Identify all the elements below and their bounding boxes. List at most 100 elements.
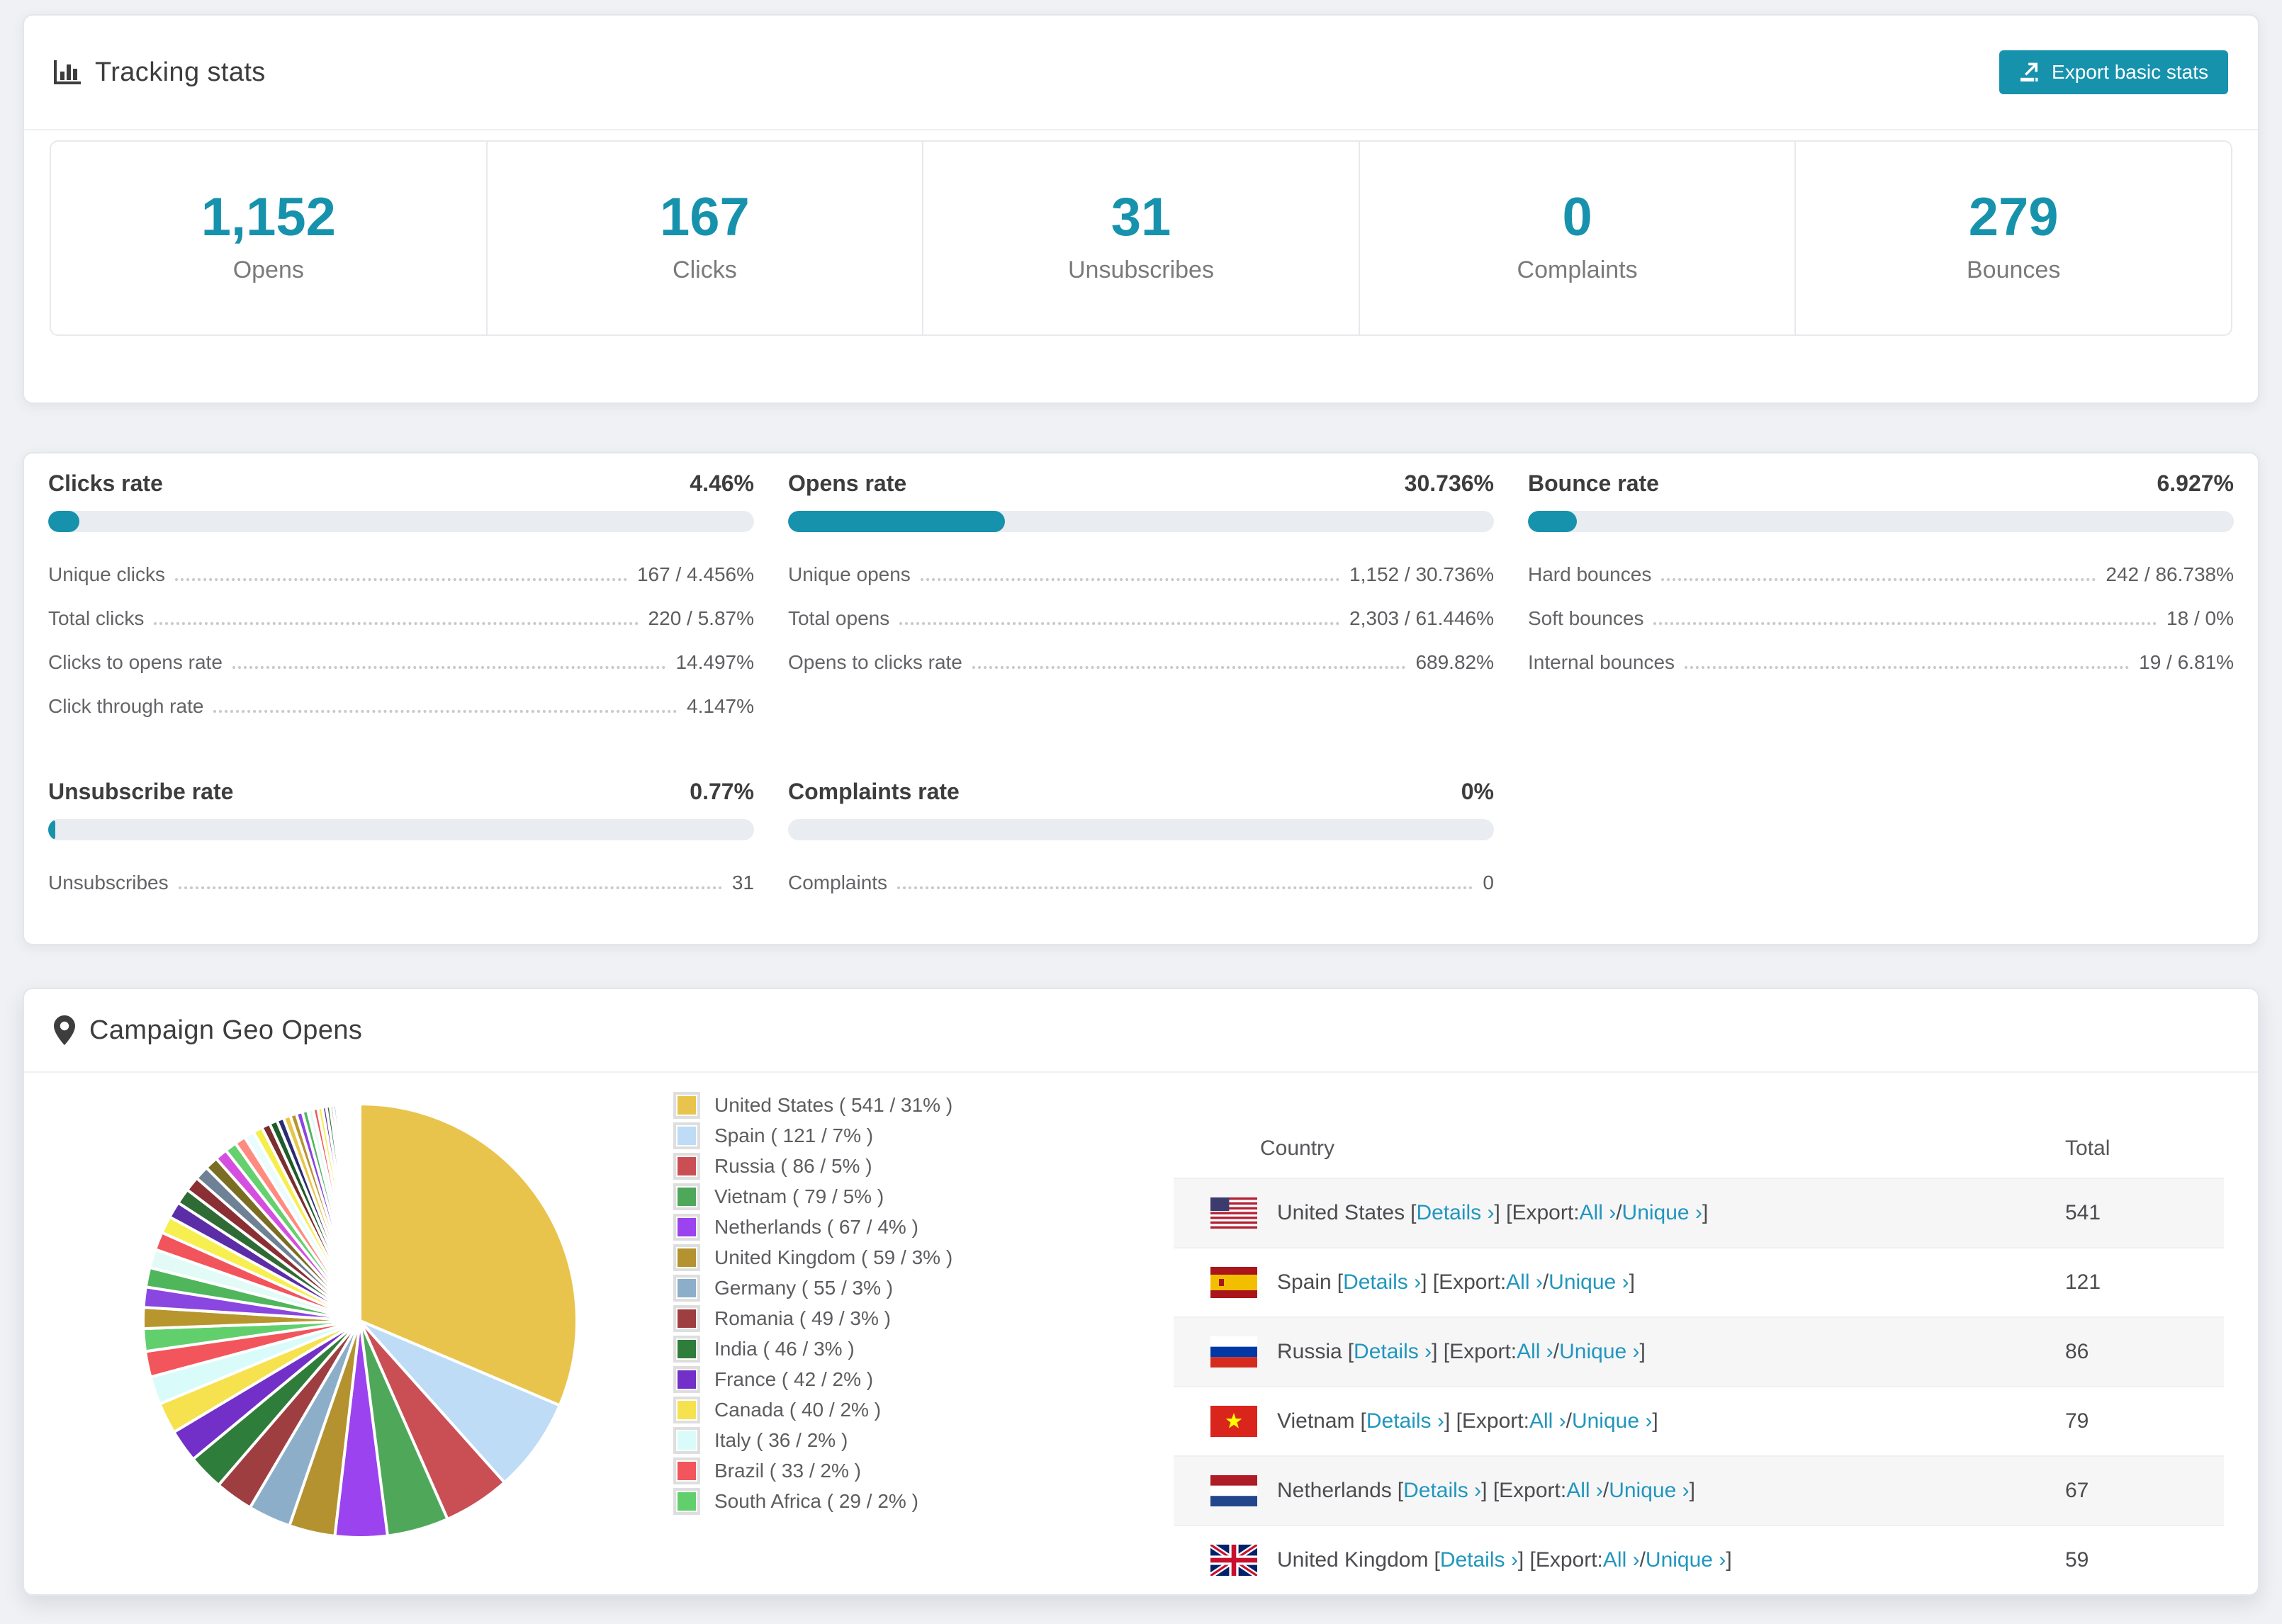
rate-row: Unique clicks 167 / 4.456% bbox=[48, 563, 754, 585]
details-link[interactable]: Details › bbox=[1343, 1270, 1421, 1295]
tracking-stats-header: Tracking stats Export basic stats bbox=[24, 16, 2258, 130]
legend-item[interactable]: Italy ( 36 / 2% ) bbox=[673, 1425, 952, 1455]
legend-item[interactable]: Russia ( 86 / 5% ) bbox=[673, 1151, 952, 1181]
rate-row: Unsubscribes 31 bbox=[48, 872, 754, 893]
stat-label: Unsubscribes bbox=[1067, 256, 1214, 283]
details-link[interactable]: Details › bbox=[1440, 1548, 1518, 1572]
legend-item[interactable]: United Kingdom ( 59 / 3% ) bbox=[673, 1242, 952, 1273]
flag-ru-icon bbox=[1210, 1336, 1257, 1368]
stat-label: Bounces bbox=[1967, 256, 2061, 283]
details-link[interactable]: Details › bbox=[1354, 1340, 1432, 1364]
flag-vn-icon bbox=[1210, 1406, 1257, 1437]
legend-item[interactable]: Netherlands ( 67 / 4% ) bbox=[673, 1212, 952, 1242]
dashboard-page: Tracking stats Export basic stats 1,152 … bbox=[0, 0, 2282, 1624]
flag-es-icon bbox=[1210, 1267, 1257, 1298]
export-all-link[interactable]: All › bbox=[1603, 1548, 1640, 1572]
export-all-link[interactable]: All › bbox=[1506, 1270, 1543, 1295]
export-unique-link[interactable]: Unique › bbox=[1609, 1479, 1689, 1503]
country-total: 59 bbox=[2065, 1548, 2089, 1572]
progress-bar bbox=[48, 819, 754, 840]
stats-strip: 1,152 Opens 167 Clicks 31 Unsubscribes 0… bbox=[50, 140, 2232, 336]
geo-opens-pie-chart bbox=[142, 1102, 578, 1539]
rate-section-opens-rate: Opens rate 30.736% Unique opens 1,152 / … bbox=[788, 470, 1494, 739]
geo-table-header: Country Total bbox=[1174, 1120, 2224, 1178]
rate-title: Bounce rate bbox=[1528, 470, 1659, 496]
stat-label: Complaints bbox=[1517, 256, 1638, 283]
legend-swatch bbox=[673, 1122, 700, 1149]
legend-item[interactable]: India ( 46 / 3% ) bbox=[673, 1333, 952, 1364]
flag-us-icon bbox=[1210, 1197, 1257, 1229]
export-all-link[interactable]: All › bbox=[1529, 1409, 1566, 1433]
export-basic-stats-button[interactable]: Export basic stats bbox=[1999, 50, 2228, 94]
stat-card-complaints: 0 Complaints bbox=[1360, 142, 1797, 334]
legend-item[interactable]: Spain ( 121 / 7% ) bbox=[673, 1120, 952, 1151]
legend-item[interactable]: United States ( 541 / 31% ) bbox=[673, 1090, 952, 1120]
rate-title: Complaints rate bbox=[788, 779, 960, 804]
legend-item[interactable]: France ( 42 / 2% ) bbox=[673, 1364, 952, 1394]
legend-swatch bbox=[673, 1457, 700, 1484]
legend-item[interactable]: Brazil ( 33 / 2% ) bbox=[673, 1455, 952, 1486]
details-link[interactable]: Details › bbox=[1403, 1479, 1481, 1503]
details-link[interactable]: Details › bbox=[1416, 1201, 1494, 1225]
country-total: 79 bbox=[2065, 1409, 2089, 1433]
rate-section-complaints-rate: Complaints rate 0% Complaints 0 bbox=[788, 779, 1494, 915]
export-unique-link[interactable]: Unique › bbox=[1548, 1270, 1629, 1295]
legend-swatch bbox=[673, 1487, 700, 1515]
progress-bar bbox=[788, 819, 1494, 840]
legend-item[interactable]: Germany ( 55 / 3% ) bbox=[673, 1273, 952, 1303]
pie-legend: United States ( 541 / 31% ) Spain ( 121 … bbox=[673, 1090, 952, 1516]
campaign-geo-opens-panel: Campaign Geo Opens United States ( 541 /… bbox=[23, 988, 2259, 1596]
legend-label: Canada ( 40 / 2% ) bbox=[714, 1398, 882, 1421]
legend-swatch bbox=[673, 1335, 700, 1363]
progress-bar bbox=[48, 511, 754, 532]
legend-label: India ( 46 / 3% ) bbox=[714, 1337, 855, 1360]
export-all-link[interactable]: All › bbox=[1580, 1201, 1617, 1225]
progress-bar bbox=[1528, 511, 2234, 532]
legend-label: Spain ( 121 / 7% ) bbox=[714, 1124, 874, 1146]
rate-row: Unique opens 1,152 / 30.736% bbox=[788, 563, 1494, 585]
geo-table-row: United States [Details ›] [Export: All ›… bbox=[1174, 1178, 2224, 1247]
export-unique-link[interactable]: Unique › bbox=[1572, 1409, 1652, 1433]
legend-item[interactable]: Canada ( 40 / 2% ) bbox=[673, 1394, 952, 1425]
legend-item[interactable]: South Africa ( 29 / 2% ) bbox=[673, 1486, 952, 1516]
dotted-leader bbox=[178, 886, 722, 889]
rate-title: Unsubscribe rate bbox=[48, 779, 234, 804]
country-total: 67 bbox=[2065, 1479, 2089, 1502]
export-unique-link[interactable]: Unique › bbox=[1646, 1548, 1726, 1572]
legend-swatch bbox=[673, 1304, 700, 1332]
export-unique-link[interactable]: Unique › bbox=[1559, 1340, 1639, 1364]
country-total: 86 bbox=[2065, 1340, 2089, 1363]
rate-row: Opens to clicks rate 689.82% bbox=[788, 651, 1494, 673]
geo-table-row: Vietnam [Details ›] [Export: All › / Uni… bbox=[1174, 1386, 2224, 1455]
legend-label: South Africa ( 29 / 2% ) bbox=[714, 1489, 918, 1512]
dotted-leader bbox=[972, 666, 1406, 669]
stat-card-opens: 1,152 Opens bbox=[51, 142, 488, 334]
legend-swatch bbox=[673, 1152, 700, 1180]
stat-card-clicks: 167 Clicks bbox=[488, 142, 924, 334]
legend-swatch bbox=[673, 1274, 700, 1302]
stat-label: Opens bbox=[232, 256, 304, 283]
country-total: 541 bbox=[2065, 1201, 2101, 1224]
geo-header: Campaign Geo Opens bbox=[24, 989, 2258, 1073]
rate-row: Soft bounces 18 / 0% bbox=[1528, 607, 2234, 629]
dotted-leader bbox=[154, 622, 639, 625]
country-name: Spain bbox=[1277, 1270, 1332, 1294]
legend-item[interactable]: Vietnam ( 79 / 5% ) bbox=[673, 1181, 952, 1212]
flag-nl-icon bbox=[1210, 1475, 1257, 1506]
progress-fill bbox=[788, 511, 1006, 532]
country-name: United Kingdom bbox=[1277, 1548, 1429, 1572]
legend-label: Romania ( 49 / 3% ) bbox=[714, 1307, 891, 1329]
legend-swatch bbox=[673, 1091, 700, 1119]
geo-table-row: Russia [Details ›] [Export: All › / Uniq… bbox=[1174, 1316, 2224, 1386]
tracking-stats-panel: Tracking stats Export basic stats 1,152 … bbox=[23, 14, 2259, 404]
export-all-link[interactable]: All › bbox=[1566, 1479, 1603, 1503]
rate-section-clicks-rate: Clicks rate 4.46% Unique clicks 167 / 4.… bbox=[48, 470, 754, 739]
export-all-link[interactable]: All › bbox=[1517, 1340, 1553, 1364]
progress-fill bbox=[48, 511, 80, 532]
rate-row: Complaints 0 bbox=[788, 872, 1494, 893]
legend-item[interactable]: Romania ( 49 / 3% ) bbox=[673, 1303, 952, 1333]
export-unique-link[interactable]: Unique › bbox=[1622, 1201, 1702, 1225]
rate-row: Internal bounces 19 / 6.81% bbox=[1528, 651, 2234, 673]
details-link[interactable]: Details › bbox=[1366, 1409, 1444, 1433]
geo-table-row: Spain [Details ›] [Export: All › / Uniqu… bbox=[1174, 1247, 2224, 1316]
